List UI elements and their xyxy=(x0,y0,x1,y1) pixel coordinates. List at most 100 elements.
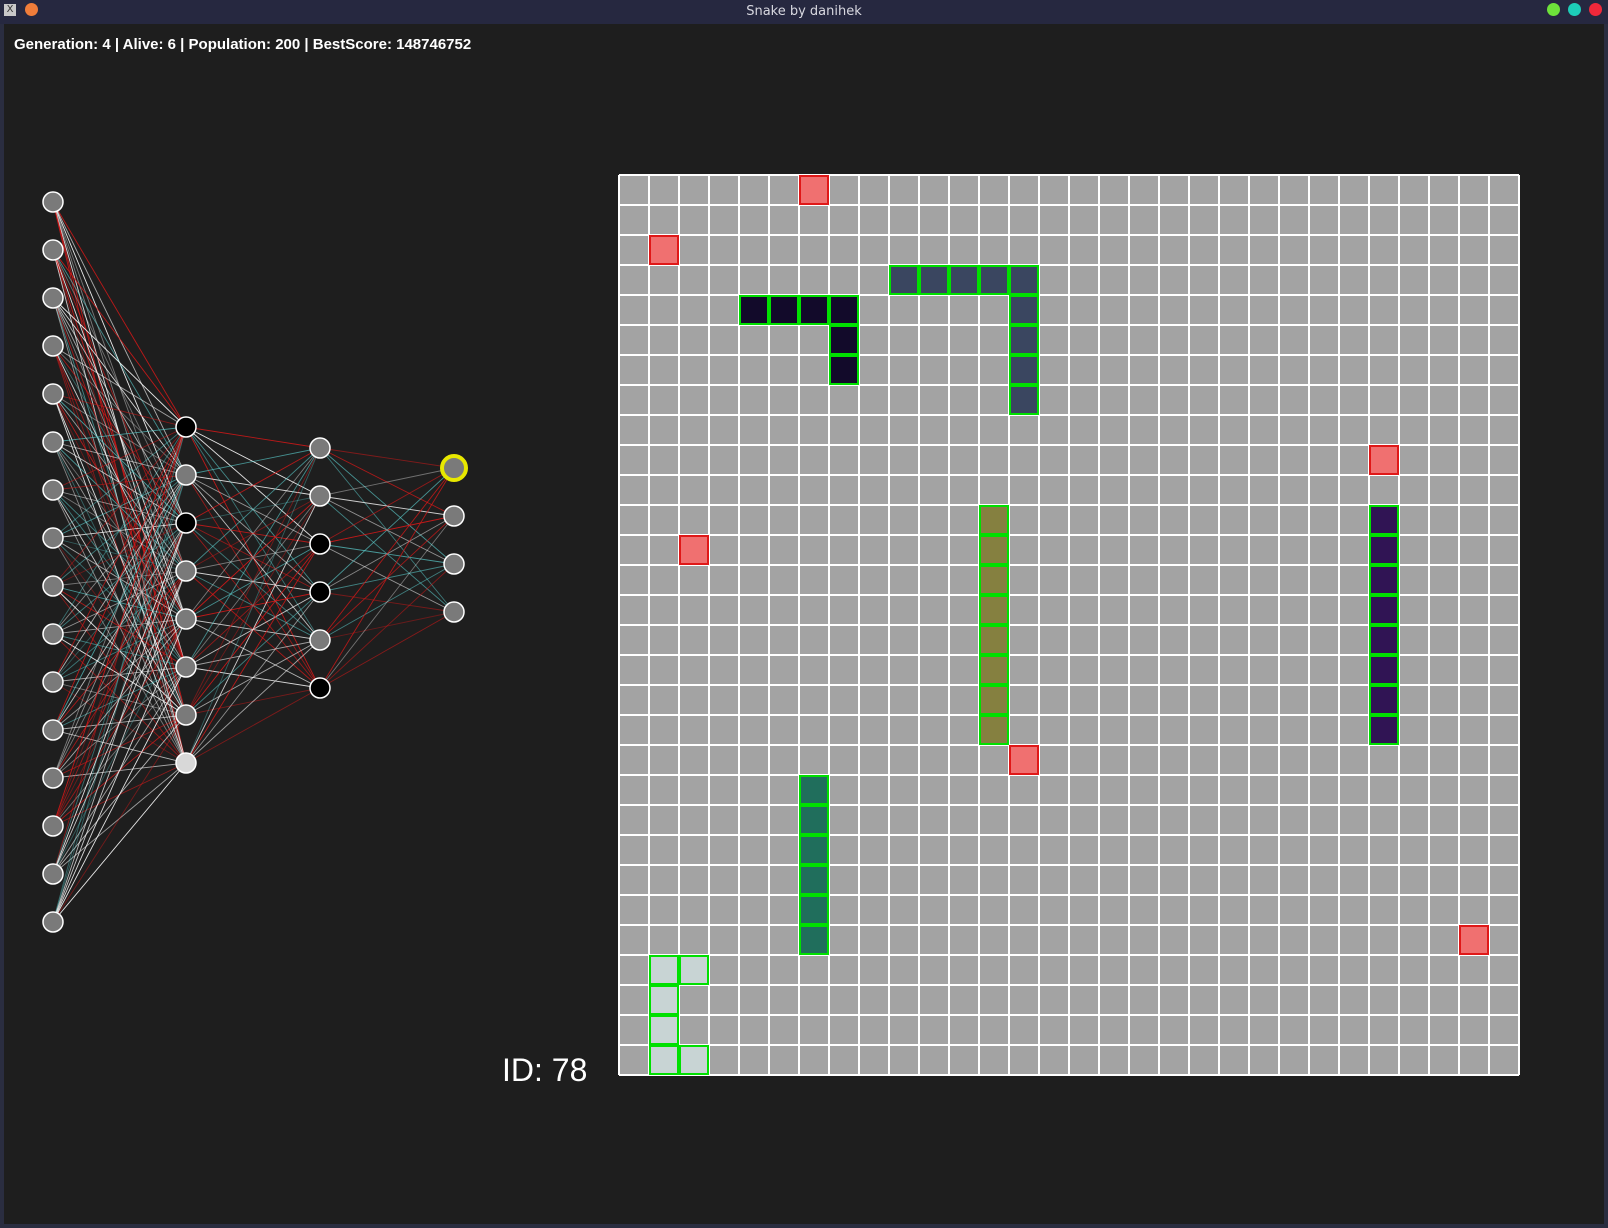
snake-segment xyxy=(799,895,829,925)
output-neuron xyxy=(443,601,465,623)
hidden1-neuron xyxy=(175,656,197,678)
snake-segment xyxy=(979,595,1009,625)
window-titlebar[interactable]: X Snake by danihek xyxy=(0,0,1608,24)
hidden1-neuron xyxy=(175,560,197,582)
network-connection xyxy=(185,447,321,668)
network-connection xyxy=(52,618,187,923)
input-neuron xyxy=(42,191,64,213)
food-square xyxy=(679,535,709,565)
input-neuron xyxy=(42,287,64,309)
snake xyxy=(1369,505,1399,745)
game-canvas: Generation: 4 | Alive: 6 | Population: 2… xyxy=(4,24,1604,1224)
network-connection xyxy=(185,447,321,764)
hidden1-neuron xyxy=(175,464,197,486)
input-neuron xyxy=(42,479,64,501)
network-connection xyxy=(185,687,321,764)
input-neuron xyxy=(42,623,64,645)
network-connection xyxy=(319,467,455,593)
hidden2-neuron xyxy=(309,677,331,699)
hidden1-neuron xyxy=(175,704,197,726)
snake-segment xyxy=(1369,715,1399,745)
hidden2-neuron xyxy=(309,437,331,459)
snake-segment xyxy=(649,1015,679,1045)
game-board xyxy=(618,174,1520,1076)
hidden2-neuron xyxy=(309,629,331,651)
snake-segment xyxy=(799,295,829,325)
input-neuron xyxy=(42,335,64,357)
close-button[interactable] xyxy=(1589,3,1602,16)
input-neuron xyxy=(42,767,64,789)
snake-segment xyxy=(1009,325,1039,355)
network-connection xyxy=(319,611,455,689)
hidden1-neuron xyxy=(175,608,197,630)
snake-segment xyxy=(799,835,829,865)
network-connection xyxy=(319,467,455,689)
output-neuron xyxy=(443,505,465,527)
network-connection xyxy=(52,393,187,428)
snake-segment xyxy=(1369,655,1399,685)
snake-segment xyxy=(649,1045,679,1075)
snake-segment xyxy=(979,685,1009,715)
snake-segment xyxy=(889,265,919,295)
maximize-button[interactable] xyxy=(1568,3,1581,16)
output-neuron xyxy=(443,553,465,575)
hidden1-neuron xyxy=(175,752,197,774)
snake xyxy=(979,505,1009,745)
food-square xyxy=(1009,745,1039,775)
snake-id-label: ID: 78 xyxy=(502,1052,588,1088)
snake-segment xyxy=(919,265,949,295)
snake-segment xyxy=(799,805,829,835)
input-neuron xyxy=(42,239,64,261)
snake-segment xyxy=(799,925,829,955)
input-neuron xyxy=(42,527,64,549)
minimize-button[interactable] xyxy=(1547,3,1560,16)
input-neuron xyxy=(42,911,64,933)
network-nodes xyxy=(42,191,468,933)
snake-segment xyxy=(829,295,859,325)
snake-segment xyxy=(1009,385,1039,415)
network-connection xyxy=(185,639,321,764)
network-connection xyxy=(185,543,321,764)
snake-segment xyxy=(1369,685,1399,715)
snake-segment xyxy=(979,625,1009,655)
window-title: Snake by danihek xyxy=(746,4,862,19)
snake-segment xyxy=(799,865,829,895)
snake-segment xyxy=(1369,625,1399,655)
hidden1-neuron xyxy=(175,512,197,534)
snake-segment xyxy=(979,535,1009,565)
snake-segment xyxy=(649,985,679,1015)
food-square xyxy=(1459,925,1489,955)
hidden2-neuron xyxy=(309,533,331,555)
snake-segment xyxy=(1369,505,1399,535)
snake-segment xyxy=(679,1045,709,1075)
output-neuron-selected xyxy=(440,454,468,482)
snake-segment xyxy=(769,295,799,325)
hidden1-neuron xyxy=(175,416,197,438)
food-square xyxy=(1369,445,1399,475)
input-neuron xyxy=(42,863,64,885)
snake xyxy=(799,775,829,955)
snake-segment xyxy=(979,565,1009,595)
snake-segment xyxy=(1369,565,1399,595)
snake-segment xyxy=(649,955,679,985)
snake-segment xyxy=(829,355,859,385)
snake-segment xyxy=(799,775,829,805)
snake-segment xyxy=(949,265,979,295)
network-connections xyxy=(52,201,455,923)
food-square xyxy=(799,175,829,205)
snake-segment xyxy=(979,265,1009,295)
input-neuron xyxy=(42,575,64,597)
hidden2-neuron xyxy=(309,485,331,507)
snake-segment xyxy=(739,295,769,325)
snake-segment xyxy=(979,715,1009,745)
snake-segment xyxy=(979,505,1009,535)
snake-segment xyxy=(679,955,709,985)
snake-segment xyxy=(1009,265,1039,295)
network-connection xyxy=(319,563,455,689)
neural-network-diagram xyxy=(42,191,468,933)
snake-segment xyxy=(1009,295,1039,325)
input-neuron xyxy=(42,671,64,693)
snake-segment xyxy=(1009,355,1039,385)
input-neuron xyxy=(42,815,64,837)
snake-segment xyxy=(829,325,859,355)
